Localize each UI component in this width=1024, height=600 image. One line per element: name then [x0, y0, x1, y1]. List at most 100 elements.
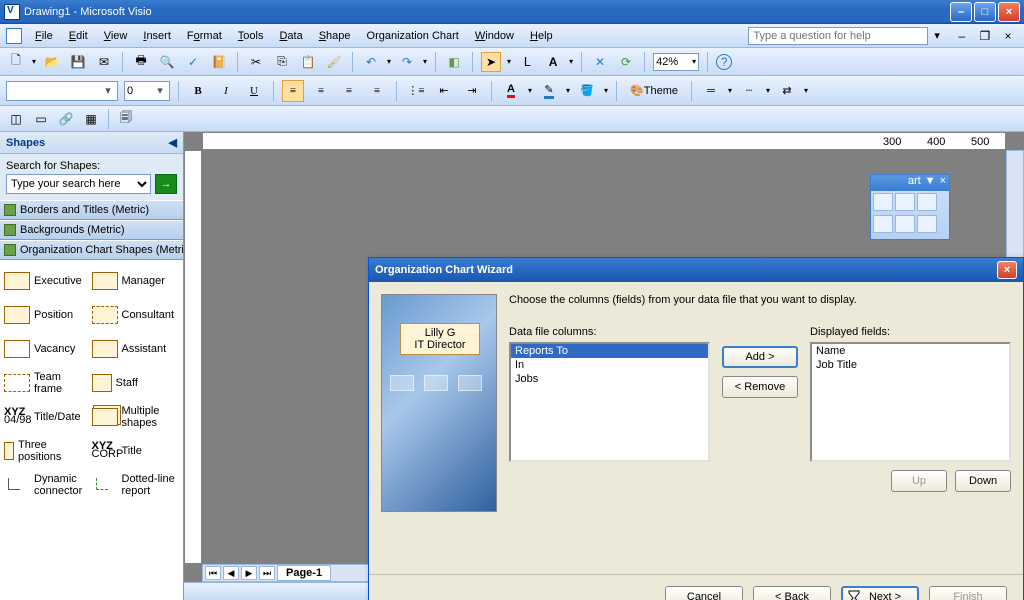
mdi-close-icon[interactable]: ×	[998, 26, 1018, 46]
shape-manager[interactable]: Manager	[92, 264, 180, 298]
font-size-input[interactable]	[125, 85, 153, 97]
font-size-combo[interactable]: ▾	[124, 81, 170, 101]
displayed-fields-listbox[interactable]: Name Job Title	[810, 342, 1011, 462]
tab-first-button[interactable]: ⏮	[205, 566, 221, 580]
tab-prev-button[interactable]: ◀	[223, 566, 239, 580]
copy-icon[interactable]: ⎘	[272, 52, 292, 72]
shape-staff[interactable]: Staff	[92, 366, 180, 400]
line-weight-button[interactable]: ═	[700, 80, 722, 102]
pointer-tool-icon[interactable]: ➤	[481, 52, 501, 72]
orgchart-moveleft-button[interactable]	[873, 215, 893, 233]
new-icon[interactable]: 🗋	[6, 52, 26, 72]
underline-button[interactable]: U	[243, 80, 265, 102]
menu-orgchart[interactable]: Organization Chart	[360, 28, 466, 44]
redo-icon[interactable]: ↷	[397, 52, 417, 72]
down-button[interactable]: Down	[955, 470, 1011, 492]
data-link-icon[interactable]: 🗐	[116, 109, 136, 129]
menu-insert[interactable]: Insert	[136, 28, 178, 44]
shapes-search-go-button[interactable]: →	[155, 174, 177, 194]
tab-last-button[interactable]: ⏭	[259, 566, 275, 580]
list-item[interactable]: Job Title	[812, 358, 1009, 372]
stencil-backgrounds[interactable]: Backgrounds (Metric)	[0, 220, 183, 240]
shape-dotted-report[interactable]: Dotted-line report	[92, 468, 180, 502]
align-center-button[interactable]: ≡	[310, 80, 332, 102]
font-size-dropdown-icon[interactable]: ▾	[153, 84, 167, 97]
menu-data[interactable]: Data	[272, 28, 309, 44]
list-item[interactable]: Jobs	[511, 372, 708, 386]
up-button[interactable]: Up	[891, 470, 947, 492]
fill-color-button[interactable]: 🪣	[576, 80, 598, 102]
orgchart-moveright-button[interactable]	[895, 215, 915, 233]
back-button[interactable]: < Back	[753, 586, 831, 600]
insert-hyperlink-icon[interactable]: 🔗	[56, 109, 76, 129]
insert-object-icon[interactable]: ◫	[6, 109, 26, 129]
orgchart-layout-button[interactable]	[895, 193, 915, 211]
line-color-button[interactable]: ✎	[538, 80, 560, 102]
shape-team-frame[interactable]: Team frame	[4, 366, 92, 400]
menu-window[interactable]: Window	[468, 28, 521, 44]
font-name-dropdown-icon[interactable]: ▾	[101, 84, 115, 97]
font-name-combo[interactable]: ▾	[6, 81, 118, 101]
orgchart-floating-toolbar[interactable]: art ▼ ×	[870, 174, 950, 240]
cancel-button[interactable]: Cancel	[665, 586, 743, 600]
save-icon[interactable]: 💾	[68, 52, 88, 72]
menu-format[interactable]: Format	[180, 28, 229, 44]
line-pattern-button[interactable]: ┄	[738, 80, 760, 102]
shapes-pane-collapse-icon[interactable]: ◀	[169, 136, 177, 149]
list-item[interactable]: In	[511, 358, 708, 372]
shape-vacancy[interactable]: Vacancy	[4, 332, 92, 366]
menu-edit[interactable]: Edit	[62, 28, 95, 44]
paste-icon[interactable]: 📋	[298, 52, 318, 72]
zoom-combo[interactable]: ▾	[653, 53, 699, 71]
menu-help[interactable]: Help	[523, 28, 560, 44]
help-dropdown-icon[interactable]: ▾	[934, 29, 940, 42]
maximize-button[interactable]: □	[974, 2, 996, 22]
orgchart-sync-button[interactable]	[917, 193, 937, 211]
line-ends-button[interactable]: ⇄	[776, 80, 798, 102]
cut-icon[interactable]: ✂	[246, 52, 266, 72]
rotate-icon[interactable]: ⟳	[616, 52, 636, 72]
shapes-search-input[interactable]: Type your search here	[6, 174, 151, 194]
shape-executive[interactable]: Executive	[4, 264, 92, 298]
help-search-input[interactable]	[748, 27, 928, 45]
research-icon[interactable]: 📔	[209, 52, 229, 72]
next-button[interactable]: Next >	[841, 586, 919, 600]
close-button[interactable]: ×	[998, 2, 1020, 22]
align-left-button[interactable]: ≡	[282, 80, 304, 102]
increase-indent-button[interactable]: ⇥	[461, 80, 483, 102]
font-name-input[interactable]	[7, 85, 101, 97]
shape-assistant[interactable]: Assistant	[92, 332, 180, 366]
bold-button[interactable]: B	[187, 80, 209, 102]
list-item[interactable]: Name	[812, 344, 1009, 358]
theme-button[interactable]: 🎨 Theme	[625, 80, 683, 102]
insert-control-icon[interactable]: ▦	[81, 109, 101, 129]
float-toolbar-dropdown-icon[interactable]: ▼	[925, 175, 936, 191]
mdi-minimize-icon[interactable]: –	[952, 26, 972, 46]
zoom-input[interactable]	[656, 56, 692, 68]
undo-icon[interactable]: ↶	[361, 52, 381, 72]
shape-dynamic-connector[interactable]: Dynamic connector	[4, 468, 92, 502]
decrease-indent-button[interactable]: ⇤	[433, 80, 455, 102]
italic-button[interactable]: I	[215, 80, 237, 102]
connector-tool-icon[interactable]: ᒪ	[517, 52, 537, 72]
tab-next-button[interactable]: ▶	[241, 566, 257, 580]
app-icon[interactable]	[6, 28, 22, 44]
float-toolbar-close-icon[interactable]: ×	[940, 175, 946, 191]
align-right-button[interactable]: ≡	[338, 80, 360, 102]
print-preview-icon[interactable]: 🔍	[157, 52, 177, 72]
dialog-titlebar[interactable]: Organization Chart Wizard ×	[369, 258, 1023, 282]
remove-button[interactable]: < Remove	[722, 376, 798, 398]
shape-multiple[interactable]: Multiple shapes	[92, 400, 180, 434]
mail-icon[interactable]: ✉	[94, 52, 114, 72]
menu-tools[interactable]: Tools	[231, 28, 271, 44]
print-icon[interactable]: 🖶	[131, 52, 151, 72]
bullets-button[interactable]: ⋮≡	[405, 80, 427, 102]
shape-title-date[interactable]: XYZ04/98Title/Date	[4, 400, 92, 434]
shape-consultant[interactable]: Consultant	[92, 298, 180, 332]
open-icon[interactable]: 📂	[42, 52, 62, 72]
format-painter-icon[interactable]: 🖌	[324, 52, 344, 72]
stencil-orgchart[interactable]: Organization Chart Shapes (Metric)	[0, 240, 183, 260]
zoom-dropdown-icon[interactable]: ▾	[692, 57, 696, 66]
shape-title[interactable]: XYZCORPTitle	[92, 434, 180, 468]
align-justify-button[interactable]: ≡	[366, 80, 388, 102]
